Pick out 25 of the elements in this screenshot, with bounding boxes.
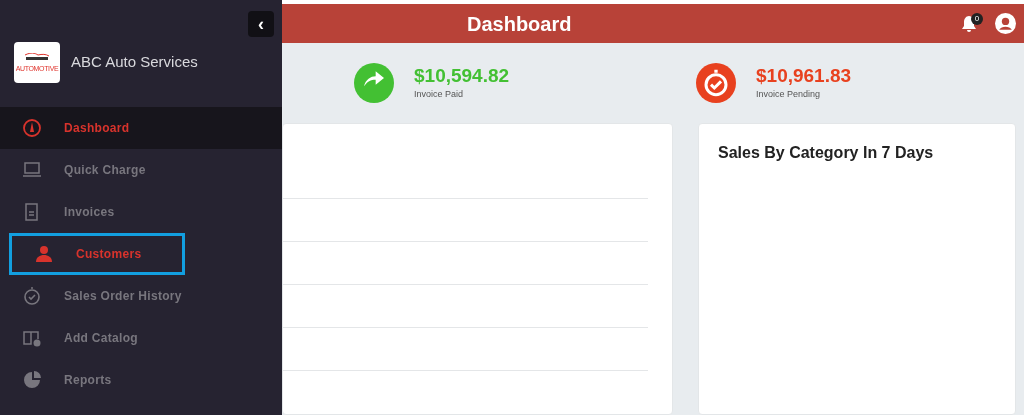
sidebar-item[interactable]: Customers bbox=[9, 233, 185, 275]
collapse-button[interactable]: ‹ bbox=[248, 11, 274, 37]
stat-label: Invoice Paid bbox=[414, 88, 465, 102]
sidebar-item[interactable]: Dashboard bbox=[0, 107, 282, 149]
stat-label: Invoice Pending bbox=[756, 88, 822, 102]
sidebar-item[interactable]: Reports bbox=[0, 359, 282, 401]
sidebar-item[interactable]: Sales Order History bbox=[0, 275, 282, 317]
account-icon[interactable] bbox=[995, 13, 1016, 34]
gauge-icon bbox=[22, 118, 42, 138]
brand-name: ABC Auto Services bbox=[71, 52, 198, 73]
sidebar-item[interactable]: Add Catalog bbox=[0, 317, 282, 359]
pie-chart-icon bbox=[22, 370, 42, 390]
stopwatch-icon bbox=[22, 286, 42, 306]
monitor-icon bbox=[22, 160, 42, 180]
sidebar-item[interactable]: Quick Charge bbox=[0, 149, 282, 191]
stat-amount: $10,594.82 bbox=[414, 64, 510, 89]
sidebar-item[interactable]: Invoices bbox=[0, 191, 282, 233]
notification-count: 0 bbox=[971, 12, 983, 25]
book-icon bbox=[22, 328, 42, 348]
person-icon bbox=[34, 244, 54, 264]
card-title: Sales By Category In 7 Days bbox=[718, 143, 935, 163]
page-title: Dashboard bbox=[467, 11, 572, 37]
notification-button[interactable]: 0 bbox=[961, 13, 983, 34]
wrench-icon bbox=[22, 53, 52, 63]
stat-amount: $10,961.83 bbox=[756, 64, 852, 89]
